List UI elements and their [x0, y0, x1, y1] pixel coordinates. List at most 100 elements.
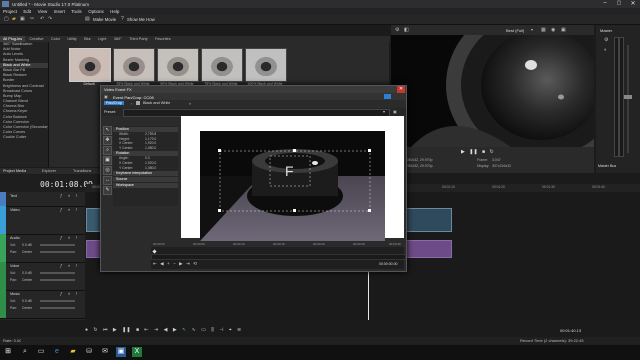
- menu-options[interactable]: Options: [88, 8, 104, 15]
- last-keyframe-icon[interactable]: ⇥: [186, 261, 190, 266]
- prop-row[interactable]: Y Center: 1,080.0: [113, 146, 178, 151]
- file-explorer-icon[interactable]: ▰: [68, 347, 78, 357]
- track-header-text[interactable]: Text ƒ ◐ !: [0, 192, 85, 207]
- track-header-voice[interactable]: Voice ƒ ◐ ! Vol: 0.0 dB Pan: Center: [0, 262, 85, 291]
- zoom-tool-icon[interactable]: ⌕: [103, 146, 112, 155]
- snapshot-icon[interactable]: ◉: [551, 27, 555, 33]
- fx-icon[interactable]: ⚙: [604, 37, 608, 43]
- keyframe-timeline[interactable]: 00:00:00 00:00:05 00:00:10 00:00:15 00:0…: [151, 241, 406, 269]
- task-view-icon[interactable]: ▭: [36, 347, 46, 357]
- track-fx-icon[interactable]: ƒ: [60, 291, 63, 296]
- keyframe-track[interactable]: [151, 254, 406, 260]
- menu-tools[interactable]: Tools: [71, 8, 82, 15]
- record-icon[interactable]: ●: [85, 327, 88, 333]
- pause-icon[interactable]: ❚❚: [122, 327, 130, 333]
- pan-slider[interactable]: [40, 279, 75, 281]
- tab-project-media[interactable]: Project Media: [3, 169, 26, 173]
- overlays-icon[interactable]: ▦: [541, 27, 546, 33]
- stop-icon[interactable]: ■: [482, 149, 485, 155]
- keyframe-marker[interactable]: [152, 249, 157, 254]
- excel-taskbar-icon[interactable]: X: [132, 347, 142, 357]
- prop-value[interactable]: 1,080.0: [145, 146, 156, 151]
- store-icon[interactable]: ⛁: [84, 347, 94, 357]
- play-from-start-icon[interactable]: ⏮: [103, 327, 108, 333]
- envelope-tool-icon[interactable]: ∿: [192, 327, 196, 333]
- movie-studio-taskbar-icon[interactable]: ▣: [116, 347, 126, 357]
- edge-icon[interactable]: e: [52, 347, 62, 357]
- snapping-icon[interactable]: ⌖: [229, 327, 232, 333]
- preview-quality-select[interactable]: Best (Full): [506, 28, 524, 33]
- menu-insert[interactable]: Insert: [54, 8, 65, 15]
- go-to-start-icon[interactable]: ⇤: [144, 327, 148, 333]
- pan-crop-preview-image[interactable]: F: [200, 131, 385, 241]
- save-icon[interactable]: ▣: [20, 16, 25, 22]
- audio-clip[interactable]: [406, 240, 452, 258]
- selection-tool-icon[interactable]: ▭: [201, 327, 206, 333]
- first-keyframe-icon[interactable]: ⇤: [153, 261, 157, 266]
- track-solo-icon[interactable]: !: [76, 263, 77, 268]
- prev-keyframe-icon[interactable]: ◀: [160, 261, 163, 266]
- make-movie-button[interactable]: Make Movie: [93, 17, 116, 22]
- split-icon[interactable]: ⫼: [211, 327, 213, 333]
- track-mute-icon[interactable]: ◐: [68, 291, 71, 296]
- track-mute-icon[interactable]: ◐: [68, 207, 71, 212]
- track-mute-icon[interactable]: ◐: [68, 235, 71, 240]
- event-toggle-icon[interactable]: [384, 94, 391, 99]
- track-header-audio[interactable]: Audio ƒ ◐ ! Vol: 0.0 dB Pan: Center: [0, 234, 85, 263]
- mail-icon[interactable]: ✉: [100, 347, 110, 357]
- preset-thumbnail-default[interactable]: [69, 48, 111, 82]
- video-clip[interactable]: [406, 208, 452, 232]
- maximize-icon[interactable]: ▢: [612, 0, 626, 8]
- track-fx-icon[interactable]: ƒ: [60, 207, 63, 212]
- chain-item-black-and-white[interactable]: Black and White: [143, 101, 170, 105]
- tab-explorer[interactable]: Explorer: [42, 169, 56, 173]
- trim-icon[interactable]: ⊣: [219, 327, 223, 333]
- sync-cursor-icon[interactable]: ⟲: [193, 261, 197, 266]
- go-to-end-icon[interactable]: ⇥: [154, 327, 158, 333]
- track-solo-icon[interactable]: !: [76, 235, 77, 240]
- preset-thumbnail-50[interactable]: [157, 48, 199, 82]
- open-icon[interactable]: ▰: [12, 16, 16, 22]
- section-keyframe-interpolation[interactable]: Keyframe interpolation: [113, 171, 178, 177]
- menu-edit[interactable]: Edit: [23, 8, 31, 15]
- make-movie-icon[interactable]: ▤: [85, 16, 90, 22]
- loop-icon[interactable]: ↻: [489, 149, 493, 155]
- loop-playback-icon[interactable]: ↻: [93, 327, 97, 333]
- show-me-how-button[interactable]: Show Me How: [127, 17, 155, 22]
- next-frame-icon[interactable]: ▶: [173, 327, 177, 333]
- section-workspace[interactable]: Workspace: [113, 183, 178, 189]
- next-keyframe-icon[interactable]: ▶: [179, 261, 182, 266]
- track-mute-icon[interactable]: ◐: [68, 263, 71, 268]
- master-fader-track[interactable]: [627, 45, 629, 153]
- master-fader-handle[interactable]: [624, 95, 632, 99]
- menu-project[interactable]: Project: [3, 8, 17, 15]
- preset-thumbnail-100[interactable]: [245, 48, 287, 82]
- volume-slider[interactable]: [40, 300, 75, 302]
- close-icon[interactable]: ✕: [397, 86, 405, 93]
- volume-slider[interactable]: [40, 272, 75, 274]
- preset-thumbnail-25[interactable]: [113, 48, 155, 82]
- play-icon[interactable]: ▶: [461, 149, 465, 155]
- track-fx-icon[interactable]: ƒ: [60, 235, 63, 240]
- chain-item-pan-crop[interactable]: Pan/Crop: [104, 101, 125, 105]
- track-fx-icon[interactable]: ƒ: [60, 193, 63, 198]
- auto-ripple-icon[interactable]: ≋: [237, 327, 241, 333]
- mask-icon[interactable]: ✎: [103, 186, 112, 195]
- preset-thumbnail-75[interactable]: [201, 48, 243, 82]
- play-icon[interactable]: ▶: [113, 327, 117, 333]
- remove-keyframe-icon[interactable]: −: [173, 261, 176, 266]
- minimize-icon[interactable]: –: [598, 0, 612, 8]
- redo-icon[interactable]: ↷: [48, 16, 52, 22]
- move-freely-icon[interactable]: ↔: [103, 176, 112, 185]
- volume-slider[interactable]: [40, 244, 75, 246]
- pan-slider[interactable]: [40, 251, 75, 253]
- track-mute-icon[interactable]: ◐: [68, 193, 71, 198]
- lock-aspect-icon[interactable]: ▣: [103, 156, 112, 165]
- pause-icon[interactable]: ❚❚: [469, 149, 477, 155]
- cut-icon[interactable]: ✂: [30, 16, 34, 22]
- save-preset-icon[interactable]: ▣: [393, 109, 397, 114]
- track-solo-icon[interactable]: !: [76, 207, 77, 212]
- track-header-video[interactable]: Video ƒ ◐ !: [0, 206, 85, 235]
- menu-help[interactable]: Help: [110, 8, 119, 15]
- track-header-music[interactable]: Music ƒ ◐ ! Vol: 0.0 dB Pan: Center: [0, 290, 85, 319]
